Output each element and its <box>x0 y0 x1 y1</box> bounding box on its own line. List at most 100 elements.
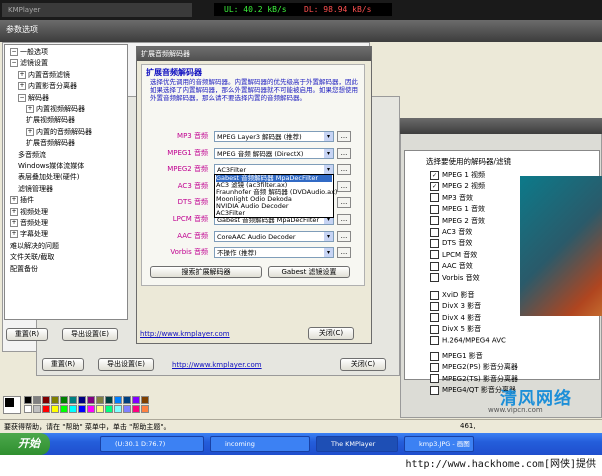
kmplayer-link[interactable]: http://www.kmplayer.com <box>140 330 230 338</box>
checkbox[interactable] <box>430 313 439 323</box>
palette-color[interactable] <box>132 396 140 404</box>
tree-item[interactable]: 扩展音频解码器 <box>26 139 75 148</box>
expand-icon[interactable]: + <box>18 82 26 91</box>
chevron-down-icon[interactable]: ▾ <box>324 248 333 258</box>
tree-item[interactable]: 文件关联/截取 <box>10 253 54 262</box>
outer-kmplayer-link[interactable]: http://www.kmplayer.com <box>172 361 262 369</box>
palette-color[interactable] <box>78 396 86 404</box>
checkbox[interactable] <box>430 335 439 345</box>
palette-color[interactable] <box>60 396 68 404</box>
palette-color[interactable] <box>114 405 122 413</box>
decoder-select[interactable]: MPEG 音频 解码器 (DirectX) ▾ <box>214 147 334 159</box>
tree-item[interactable]: + 内置视频解码器 <box>26 105 85 114</box>
palette-color[interactable] <box>123 396 131 404</box>
decoder-settings-button[interactable]: ... <box>337 164 351 176</box>
right-window-titlebar[interactable] <box>400 118 602 134</box>
collapse-icon[interactable]: − <box>18 93 26 102</box>
codec-checkbox-row[interactable]: AC3 音效 <box>430 227 472 237</box>
palette-color[interactable] <box>33 405 41 413</box>
codec-checkbox-row[interactable]: H.264/MPEG4 AVC <box>430 335 506 345</box>
expand-icon[interactable]: + <box>10 207 18 216</box>
decoder-settings-button[interactable]: ... <box>337 197 351 209</box>
tree-item[interactable]: 多音频流 <box>18 151 46 160</box>
decoder-settings-button[interactable]: ... <box>337 230 351 242</box>
checkbox[interactable] <box>430 301 439 311</box>
taskbar-item-paint[interactable]: kmp3.JPG - 画图 <box>404 436 474 452</box>
palette-color[interactable] <box>69 405 77 413</box>
tree-item[interactable]: Windows媒体流媒体 <box>18 162 84 171</box>
codec-checkbox-row[interactable]: ✓ MPEG 2 视频 <box>430 181 485 191</box>
checkbox[interactable] <box>430 238 439 248</box>
chevron-down-icon[interactable]: ▾ <box>324 231 333 241</box>
codec-checkbox-row[interactable]: MPEG1 影音 <box>430 351 483 361</box>
codec-checkbox-row[interactable]: MP3 音效 <box>430 193 473 203</box>
palette-color[interactable] <box>141 396 149 404</box>
checkbox[interactable] <box>430 351 439 361</box>
codec-checkbox-row[interactable]: MPEG 1 音效 <box>430 204 485 214</box>
expand-icon[interactable]: + <box>26 105 34 113</box>
checkbox[interactable] <box>430 273 439 283</box>
expand-icon[interactable]: + <box>10 230 18 239</box>
tree-item[interactable]: + 内置的音频解码器 <box>26 127 92 137</box>
close-button[interactable]: 关闭(C) <box>308 327 354 340</box>
palette-color[interactable] <box>87 405 95 413</box>
search-decoder-button[interactable]: 搜索扩展解码器 <box>150 266 262 278</box>
decoder-settings-button[interactable]: ... <box>337 214 351 225</box>
checkbox[interactable] <box>430 204 439 214</box>
gabest-filter-settings-button[interactable]: Gabest 滤镜设置 <box>268 266 350 278</box>
palette-color[interactable] <box>51 396 59 404</box>
tree-item[interactable]: − 一般选项 <box>10 48 48 57</box>
palette-color[interactable] <box>60 405 68 413</box>
palette-color[interactable] <box>87 396 95 404</box>
collapse-icon[interactable]: − <box>10 59 18 68</box>
checkbox[interactable] <box>430 250 439 260</box>
palette-color[interactable] <box>96 405 104 413</box>
collapse-icon[interactable]: − <box>10 48 18 56</box>
checkbox[interactable] <box>430 362 439 372</box>
taskbar-item-incoming[interactable]: incoming <box>210 436 310 452</box>
taskbar-item-utorrent[interactable]: (U:30.1 D:76.7) <box>100 436 204 452</box>
decoder-select[interactable]: 不操作 (推荐) ▾ <box>214 247 334 259</box>
expand-icon[interactable]: + <box>18 70 26 79</box>
reset-button[interactable]: 重置(R) <box>6 328 48 341</box>
palette-color[interactable] <box>114 396 122 404</box>
checkbox[interactable] <box>430 374 439 384</box>
tree-item[interactable]: 滤镜管理器 <box>18 185 53 194</box>
tree-item[interactable]: + 视频处理 <box>10 207 48 217</box>
decoder-settings-button[interactable]: ... <box>337 147 351 159</box>
start-button[interactable]: 开始 <box>0 433 50 455</box>
chevron-down-icon[interactable]: ▾ <box>324 132 333 141</box>
tree-item[interactable]: − 滤镜设置 <box>10 59 48 68</box>
taskbar-item-kmplayer[interactable]: The KMPlayer <box>316 436 398 452</box>
outer-reset-button[interactable]: 重置(R) <box>42 358 84 371</box>
tree-item[interactable]: + 字幕处理 <box>10 230 48 239</box>
decoder-settings-button[interactable]: ... <box>337 247 351 259</box>
checkbox[interactable] <box>430 193 439 203</box>
codec-checkbox-row[interactable]: LPCM 音效 <box>430 250 477 260</box>
tree-item[interactable]: + 内置影音分离器 <box>18 82 77 91</box>
window-titlebar[interactable] <box>0 20 602 42</box>
expand-icon[interactable]: + <box>10 196 18 205</box>
checkbox[interactable] <box>430 290 439 300</box>
codec-checkbox-row[interactable]: DivX 3 影音 <box>430 301 481 311</box>
codec-checkbox-row[interactable]: MPEG2(TS) 影音分离器 <box>430 374 518 384</box>
palette-color[interactable] <box>33 396 41 404</box>
decoder-select[interactable]: MPEG Layer3 解码器 (推荐) ▾ <box>214 131 334 142</box>
tree-item[interactable]: 扩展视频解码器 <box>26 116 75 125</box>
palette-color[interactable] <box>123 405 131 413</box>
codec-checkbox-row[interactable]: XviD 影音 <box>430 290 475 300</box>
chevron-down-icon[interactable]: ▾ <box>324 165 333 175</box>
checkbox[interactable]: ✓ <box>430 170 439 180</box>
codec-checkbox-row[interactable]: Vorbis 音效 <box>430 273 480 283</box>
dropdown-option[interactable]: AC3Filter <box>216 210 332 217</box>
palette-color[interactable] <box>78 405 86 413</box>
checkbox[interactable] <box>430 324 439 334</box>
codec-checkbox-row[interactable]: DivX 4 影音 <box>430 313 481 323</box>
outer-close-button[interactable]: 关闭(C) <box>340 358 386 371</box>
palette-color[interactable] <box>96 396 104 404</box>
checkbox[interactable] <box>430 227 439 237</box>
expand-icon[interactable]: + <box>26 127 34 136</box>
outer-export-button[interactable]: 导出设置(E) <box>98 358 154 371</box>
chevron-down-icon[interactable]: ▾ <box>324 148 333 158</box>
tree-item[interactable]: + 内置音频滤镜 <box>18 70 70 80</box>
